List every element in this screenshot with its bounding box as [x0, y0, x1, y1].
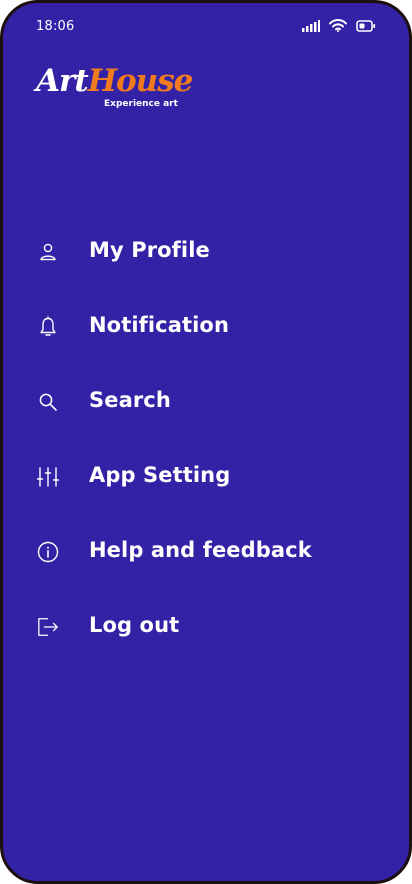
logo-word-house: House [87, 63, 194, 99]
menu-item-search[interactable]: Search [3, 365, 409, 440]
signal-icon [302, 17, 320, 36]
status-time: 18:06 [36, 19, 75, 34]
menu-label-my-profile: My Profile [89, 238, 210, 262]
phone-screen: 18:06 ArtHouse Experience art My Profile… [0, 0, 412, 884]
user-icon [37, 241, 59, 263]
menu-item-notification[interactable]: Notification [3, 290, 409, 365]
wifi-icon [329, 17, 347, 36]
menu-item-app-setting[interactable]: App Setting [3, 440, 409, 515]
menu-label-search: Search [89, 388, 171, 412]
menu-item-my-profile[interactable]: My Profile [3, 215, 409, 290]
menu-label-notification: Notification [89, 313, 230, 337]
battery-icon [356, 17, 376, 36]
menu-item-help-feedback[interactable]: Help and feedback [3, 515, 409, 590]
side-menu: My Profile Notification Search App Setti… [3, 215, 409, 665]
logo-tagline: Experience art [104, 99, 178, 109]
status-bar: 18:06 [3, 3, 409, 47]
search-icon [37, 391, 59, 413]
bell-icon [37, 316, 59, 338]
logo-word-art: Art [36, 63, 89, 99]
menu-label-help-feedback: Help and feedback [89, 538, 312, 562]
logout-icon [37, 616, 59, 638]
sliders-icon [37, 466, 59, 488]
menu-item-log-out[interactable]: Log out [3, 590, 409, 665]
info-icon [37, 541, 59, 563]
arthouse-logo: ArtHouse Experience art [36, 61, 193, 115]
menu-label-app-setting: App Setting [89, 463, 231, 487]
logo-wordmark: ArtHouse [36, 61, 194, 101]
status-icons [302, 17, 376, 36]
menu-label-log-out: Log out [89, 613, 180, 637]
